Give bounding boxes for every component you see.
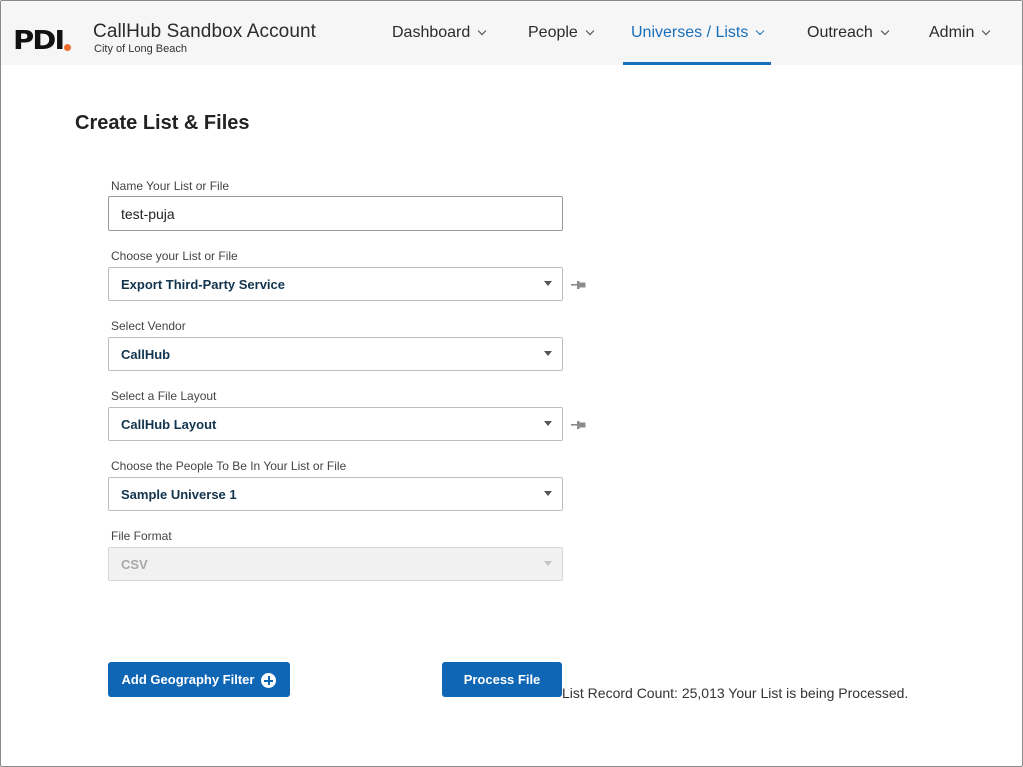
pdi-logo[interactable]: PDI	[13, 24, 72, 56]
caret-down-icon	[544, 491, 552, 496]
chevron-down-icon	[585, 26, 595, 36]
nav-outreach[interactable]: Outreach	[807, 1, 890, 65]
name-label: Name Your List or File	[111, 179, 230, 193]
nav-admin[interactable]: Admin	[929, 1, 991, 65]
chevron-down-icon	[478, 26, 487, 36]
nav-universes-lists[interactable]: Universes / Lists	[622, 1, 772, 65]
layout-select[interactable]: CallHub Layout	[108, 407, 563, 441]
list-type-label: Choose your List or File	[111, 249, 238, 263]
chevron-down-icon	[880, 26, 890, 36]
nav-admin-label: Admin	[929, 24, 975, 41]
vendor-select[interactable]: CallHub	[108, 337, 563, 371]
add-geography-filter-label: Add Geography Filter	[121, 672, 255, 687]
layout-label: Select a File Layout	[111, 389, 217, 403]
chevron-down-icon	[982, 26, 991, 36]
file-format-select: CSV	[108, 547, 563, 581]
chevron-down-icon	[756, 26, 765, 36]
plus-circle-icon	[261, 673, 277, 688]
pin-icon[interactable]	[571, 420, 586, 430]
top-header: PDI CallHub Sandbox Account City of Long…	[1, 1, 1022, 65]
pin-icon[interactable]	[571, 280, 586, 290]
nav-dashboard[interactable]: Dashboard	[392, 1, 487, 65]
nav-people[interactable]: People	[528, 1, 595, 65]
vendor-label: Select Vendor	[111, 319, 186, 333]
people-select[interactable]: Sample Universe 1	[108, 477, 563, 511]
people-value: Sample Universe 1	[121, 487, 237, 502]
nav-dashboard-label: Dashboard	[392, 24, 471, 41]
vendor-value: CallHub	[121, 347, 171, 362]
nav-outreach-label: Outreach	[807, 24, 873, 41]
add-geography-filter-button[interactable]: Add Geography Filter	[108, 662, 290, 697]
caret-down-icon	[544, 281, 552, 286]
file-format-value: CSV	[121, 557, 148, 572]
caret-down-icon	[544, 421, 552, 426]
logo-dot	[64, 43, 72, 51]
format-label: File Format	[111, 529, 172, 543]
account-name: CallHub Sandbox Account	[93, 21, 317, 42]
nav-universes-lists-label: Universes / Lists	[631, 24, 749, 41]
caret-down-icon	[544, 351, 552, 356]
process-file-label: Process File	[463, 672, 541, 687]
list-name-input[interactable]	[108, 196, 563, 231]
process-file-button[interactable]: Process File	[442, 662, 562, 697]
status-message: List Record Count: 25,013 Your List is b…	[562, 685, 909, 701]
account-subtitle: City of Long Beach	[94, 43, 187, 55]
layout-value: CallHub Layout	[121, 417, 217, 432]
caret-down-icon	[544, 561, 552, 566]
page-title: Create List & Files	[75, 112, 250, 134]
list-type-select[interactable]: Export Third-Party Service	[108, 267, 563, 301]
nav-people-label: People	[528, 24, 578, 41]
logo-text: PDI	[13, 24, 65, 56]
list-type-value: Export Third-Party Service	[121, 277, 285, 292]
people-label: Choose the People To Be In Your List or …	[111, 459, 347, 473]
